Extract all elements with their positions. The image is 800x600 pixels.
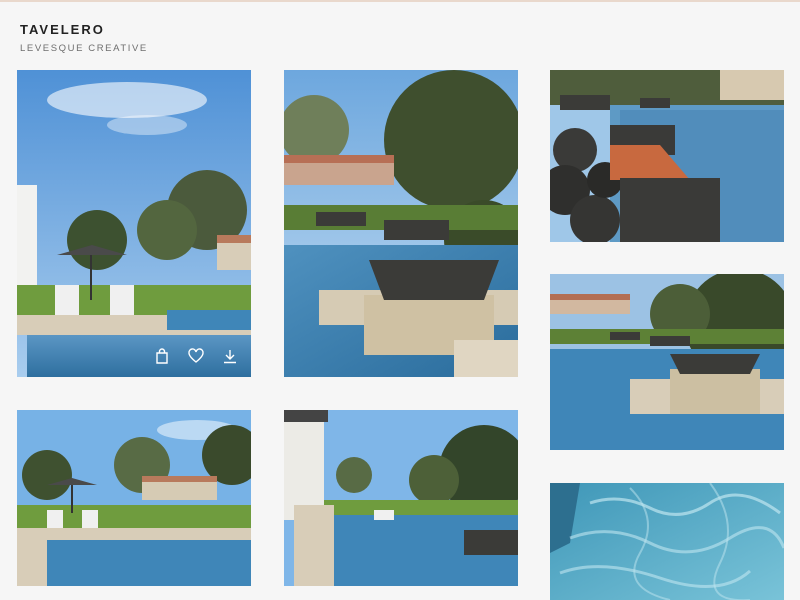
- photo-1-image: [17, 70, 251, 377]
- photo-6-image: [284, 410, 518, 586]
- heart-icon: [188, 348, 204, 363]
- photo-5-image: [17, 410, 251, 586]
- photo-tile-6[interactable]: [284, 410, 518, 586]
- download-icon: [224, 350, 236, 364]
- photo-tile-5[interactable]: [17, 410, 251, 586]
- photo-2-image: [284, 70, 518, 377]
- photo-tile-4[interactable]: [550, 274, 784, 450]
- photo-4-image: [550, 274, 784, 450]
- photographer-name[interactable]: LEVESQUE CREATIVE: [20, 43, 148, 54]
- add-to-collection-icon: [156, 348, 168, 364]
- top-accent-rule: [0, 0, 800, 2]
- photo-tile-3[interactable]: [550, 70, 784, 242]
- download-button[interactable]: [221, 347, 239, 365]
- favorite-button[interactable]: [187, 347, 205, 365]
- add-to-collection-button[interactable]: [153, 347, 171, 365]
- photo-3-image: [550, 70, 784, 242]
- brand-title[interactable]: TAVELERO: [20, 22, 105, 37]
- photo-tile-2[interactable]: [284, 70, 518, 377]
- photo-7-image: [550, 483, 784, 600]
- photo-tile-7[interactable]: [550, 483, 784, 600]
- photo-tile-1[interactable]: [17, 70, 251, 377]
